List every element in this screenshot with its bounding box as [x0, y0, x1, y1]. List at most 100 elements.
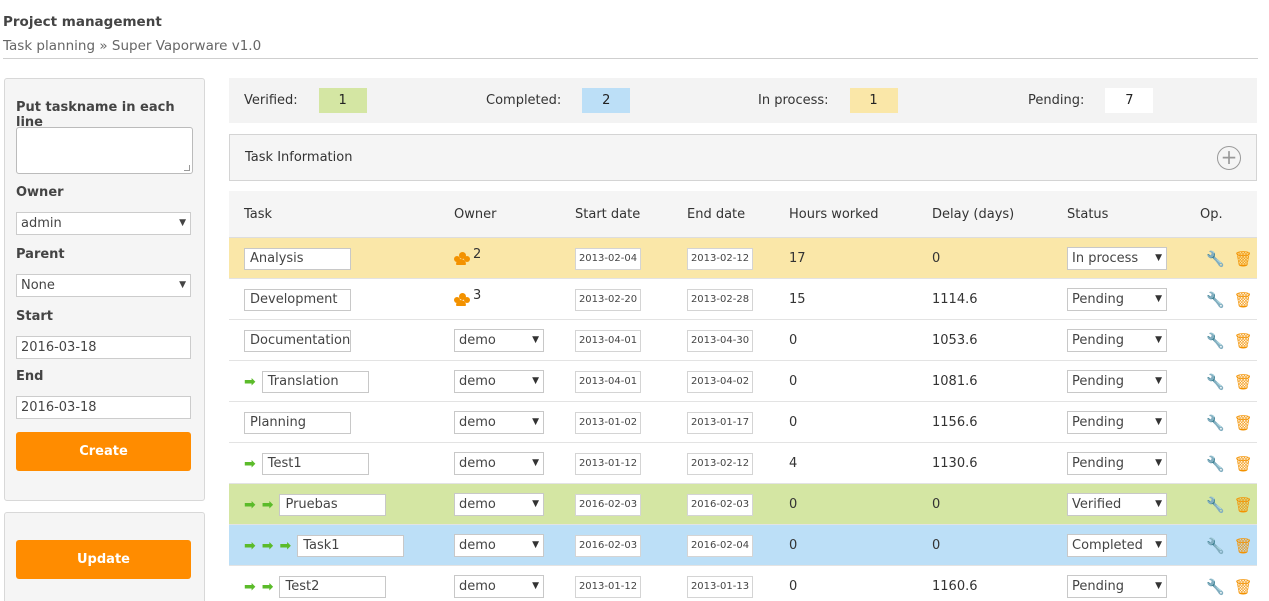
wrench-icon[interactable]: 🔧	[1206, 332, 1225, 350]
caret-down-icon: ▼	[1155, 499, 1162, 509]
wrench-icon[interactable]: 🔧	[1206, 291, 1225, 309]
caret-down-icon: ▼	[532, 540, 539, 550]
update-button[interactable]: Update	[16, 540, 191, 579]
end-date-input[interactable]: 2016-02-04	[687, 534, 753, 557]
start-date-input[interactable]: 2013-01-12	[575, 575, 641, 598]
task-name-input[interactable]: Development	[244, 288, 351, 311]
status-select[interactable]: Pending ▼	[1067, 370, 1167, 393]
status-select[interactable]: Pending ▼	[1067, 411, 1167, 434]
trash-icon[interactable]: 🗑	[1234, 537, 1253, 555]
caret-down-icon: ▼	[1155, 458, 1162, 468]
task-name-input[interactable]: Test1	[261, 452, 369, 475]
verified-count: 1	[318, 88, 367, 113]
start-date-input[interactable]: 2016-02-03	[575, 493, 641, 516]
users-icon[interactable]	[454, 292, 471, 307]
start-date-input[interactable]: 2016-02-03	[575, 534, 641, 557]
owner-select-value: demo	[459, 538, 496, 553]
hours-worked-cell: 0	[789, 538, 798, 553]
col-hours-worked: Hours worked	[789, 207, 879, 222]
task-name-input[interactable]: Documentation	[244, 329, 351, 352]
wrench-icon[interactable]: 🔧	[1206, 496, 1225, 514]
trash-icon[interactable]: 🗑	[1234, 373, 1253, 391]
start-date-input[interactable]: 2013-04-01	[575, 329, 641, 352]
trash-icon[interactable]: 🗑	[1234, 250, 1253, 268]
owner-select[interactable]: demo ▼	[454, 575, 544, 598]
update-panel: Update	[4, 512, 205, 601]
owner-select[interactable]: demo ▼	[454, 452, 544, 475]
users-icon[interactable]	[454, 251, 471, 266]
start-date-input[interactable]: 2013-01-02	[575, 411, 641, 434]
trash-icon[interactable]: 🗑	[1234, 291, 1253, 309]
ops-cell: 🔧 🗑	[1206, 566, 1253, 601]
status-summary: Verified: 1 Completed: 2 In process: 1 P…	[229, 78, 1257, 123]
owner-select[interactable]: demo ▼	[454, 370, 544, 393]
end-date-input[interactable]: 2013-01-13	[687, 575, 753, 598]
wrench-icon[interactable]: 🔧	[1206, 373, 1225, 391]
wrench-icon[interactable]: 🔧	[1206, 537, 1225, 555]
create-button[interactable]: Create	[16, 432, 191, 471]
table-row: ➡ ➡ ➡ Task1 demo ▼ 2016-02-03 2016-02-04 0 0 Compl…	[229, 525, 1257, 566]
start-date-input[interactable]: 2013-01-12	[575, 452, 641, 475]
status-cell: Completed ▼	[1067, 525, 1167, 566]
plus-circle-icon[interactable]: +	[1217, 146, 1241, 170]
page-header: Project management Task planning » Super…	[3, 12, 1258, 59]
wrench-icon[interactable]: 🔧	[1206, 250, 1225, 268]
end-date-input[interactable]: 2016-03-18	[16, 396, 191, 419]
status-select[interactable]: Verified ▼	[1067, 493, 1167, 516]
status-select[interactable]: Pending ▼	[1067, 329, 1167, 352]
owner-select[interactable]: demo ▼	[454, 329, 544, 352]
end-date-cell: 2016-02-03	[687, 484, 753, 525]
taskname-textarea[interactable]	[16, 127, 193, 174]
start-date-input[interactable]: 2013-04-01	[575, 370, 641, 393]
wrench-icon[interactable]: 🔧	[1206, 578, 1225, 596]
start-date-value: 2016-03-18	[21, 340, 97, 355]
status-select-value: Pending	[1072, 292, 1124, 307]
trash-icon[interactable]: 🗑	[1234, 455, 1253, 473]
task-name-input[interactable]: Pruebas	[279, 493, 387, 516]
parent-select[interactable]: None ▼	[16, 274, 191, 297]
delay-cell: 1081.6	[932, 374, 978, 389]
end-date-input[interactable]: 2013-02-28	[687, 288, 753, 311]
status-select[interactable]: In process ▼	[1067, 247, 1167, 270]
status-select[interactable]: Completed ▼	[1067, 534, 1167, 557]
ops-cell: 🔧 🗑	[1206, 525, 1253, 566]
task-name-input[interactable]: Planning	[244, 411, 351, 434]
start-date-input[interactable]: 2013-02-20	[575, 288, 641, 311]
wrench-icon[interactable]: 🔧	[1206, 455, 1225, 473]
col-owner: Owner	[454, 207, 497, 222]
owner-select[interactable]: demo ▼	[454, 534, 544, 557]
trash-icon[interactable]: 🗑	[1234, 578, 1253, 596]
trash-icon[interactable]: 🗑	[1234, 496, 1253, 514]
task-name-input[interactable]: Test2	[279, 575, 387, 598]
start-date-input[interactable]: 2013-02-04	[575, 247, 641, 270]
breadcrumb-task-planning[interactable]: Task planning	[3, 38, 95, 54]
ops-cell: 🔧 🗑	[1206, 238, 1253, 279]
trash-icon[interactable]: 🗑	[1234, 332, 1253, 350]
end-date-input[interactable]: 2013-02-12	[687, 247, 753, 270]
wrench-icon[interactable]: 🔧	[1206, 414, 1225, 432]
end-date-cell: 2013-01-17	[687, 402, 753, 443]
trash-icon[interactable]: 🗑	[1234, 414, 1253, 432]
task-name-input[interactable]: Analysis	[244, 247, 351, 270]
resize-grip-icon[interactable]	[184, 165, 190, 171]
end-date-input[interactable]: 2013-04-30	[687, 329, 753, 352]
end-date-input[interactable]: 2013-04-02	[687, 370, 753, 393]
status-select-value: Pending	[1072, 456, 1124, 471]
caret-down-icon: ▼	[532, 581, 539, 591]
start-date-input[interactable]: 2016-03-18	[16, 336, 191, 359]
status-select[interactable]: Pending ▼	[1067, 575, 1167, 598]
delay-cell: 1130.6	[932, 456, 978, 471]
owner-select[interactable]: demo ▼	[454, 411, 544, 434]
owner-select[interactable]: admin ▼	[16, 212, 191, 235]
task-information-panel[interactable]: Task Information +	[229, 134, 1257, 181]
end-date-input[interactable]: 2013-02-12	[687, 452, 753, 475]
task-name-input[interactable]: Translation	[261, 370, 369, 393]
owner-select[interactable]: demo ▼	[454, 493, 544, 516]
end-date-input[interactable]: 2016-02-03	[687, 493, 753, 516]
status-select[interactable]: Pending ▼	[1067, 288, 1167, 311]
table-row: ➡ ➡ Test2 demo ▼ 2013-01-12 2013-01-13 0 1160.6 P…	[229, 566, 1257, 601]
start-date-cell: 2013-02-04	[575, 238, 641, 279]
status-select[interactable]: Pending ▼	[1067, 452, 1167, 475]
task-name-input[interactable]: Task1	[297, 534, 405, 557]
end-date-input[interactable]: 2013-01-17	[687, 411, 753, 434]
